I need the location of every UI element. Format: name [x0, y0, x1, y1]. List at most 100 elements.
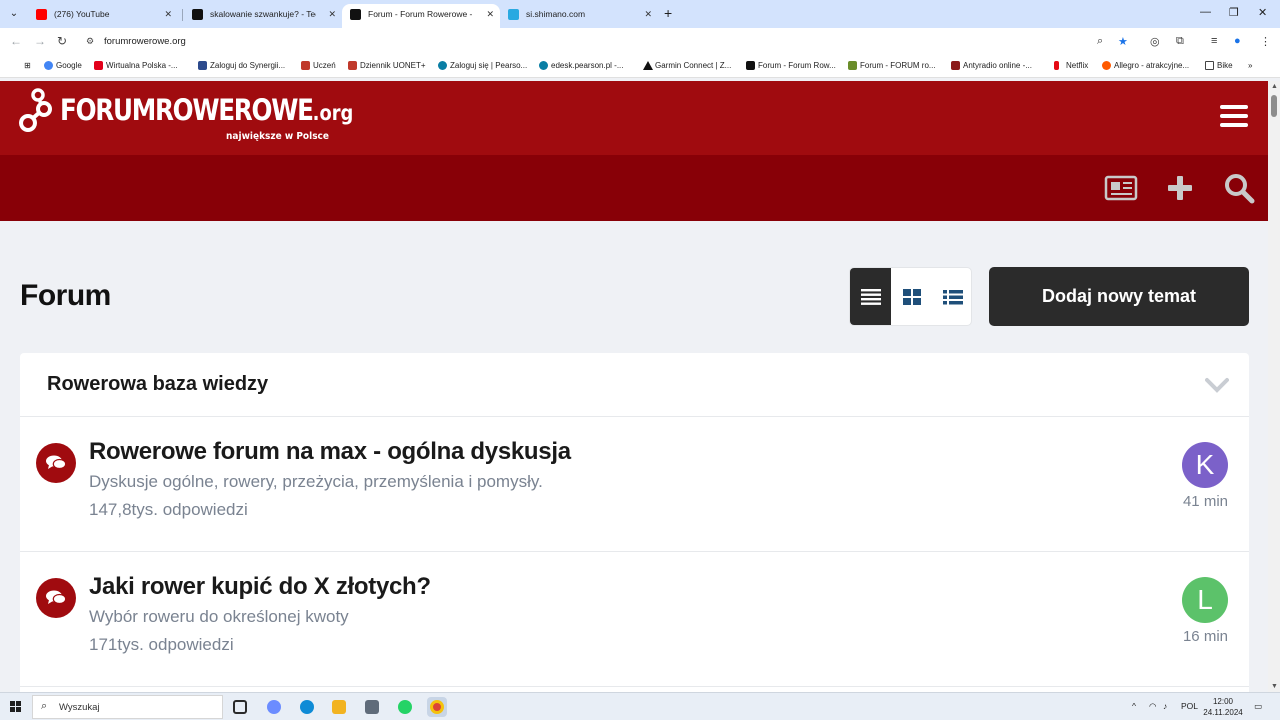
- browser-tab-strip: ⌄ (276) YouTube ✕ skalowanie szwankuje? …: [0, 0, 1280, 28]
- site-subheader: [0, 155, 1268, 221]
- input-language-indicator[interactable]: POL: [1181, 701, 1198, 711]
- forward-icon[interactable]: →: [34, 34, 46, 48]
- restore-icon[interactable]: ❐: [1229, 6, 1239, 19]
- bookmark-pearson[interactable]: Zaloguj się | Pearso...: [438, 61, 527, 70]
- bookmark-edesk[interactable]: edesk.pearson.pl -...: [539, 61, 623, 70]
- bookmark-allegro[interactable]: Allegro - atrakcyjne...: [1102, 61, 1189, 70]
- bookmark-label: Bike: [1217, 61, 1233, 70]
- extension-icon[interactable]: ◎: [1150, 35, 1160, 48]
- system-clock[interactable]: 12:00 24.11.2024: [1200, 696, 1246, 718]
- whatsapp-icon[interactable]: [395, 697, 415, 717]
- avatar[interactable]: K: [1182, 442, 1228, 488]
- bookmark-synergia[interactable]: Zaloguj do Synergii...: [198, 61, 285, 70]
- bike-chain-logo-icon[interactable]: [18, 87, 54, 137]
- bookmark-label: edesk.pearson.pl -...: [551, 61, 624, 70]
- scroll-thumb[interactable]: [1271, 95, 1277, 117]
- forum-description: Dyskusje ogólne, rowery, przeżycia, prze…: [89, 472, 543, 491]
- close-icon[interactable]: ✕: [486, 4, 494, 24]
- edge-icon[interactable]: [297, 697, 317, 717]
- forum-favicon-icon: [350, 9, 361, 20]
- bookmark-uczen[interactable]: Uczeń: [301, 61, 336, 70]
- plus-icon[interactable]: [1163, 171, 1197, 205]
- back-icon[interactable]: ←: [10, 34, 22, 48]
- news-icon[interactable]: [1104, 171, 1138, 205]
- avatar[interactable]: L: [1182, 577, 1228, 623]
- pearson-icon: [539, 61, 548, 70]
- network-icon[interactable]: ◠: [1149, 701, 1156, 712]
- tab-youtube[interactable]: (276) YouTube ✕: [28, 4, 178, 28]
- window-close-icon[interactable]: ✕: [1258, 6, 1267, 19]
- close-icon[interactable]: ✕: [644, 4, 652, 24]
- volume-icon[interactable]: ♪: [1163, 701, 1167, 711]
- site-logo-text[interactable]: FORUMROWEROWE.org: [60, 93, 353, 127]
- site-header: FORUMROWEROWE.org największe w Polsce: [0, 81, 1268, 155]
- taskbar-search-input[interactable]: ⌕ Wyszukaj: [32, 695, 223, 719]
- forum-icon: [848, 61, 857, 70]
- hamburger-menu-icon[interactable]: [1220, 105, 1248, 129]
- forum-row[interactable]: Jaki rower kupić do X złotych? Wybór row…: [20, 553, 1249, 687]
- forum-row-icon: [36, 443, 76, 483]
- bookmark-dziennik[interactable]: Dziennik UONET+: [348, 61, 426, 70]
- page-scrollbar[interactable]: ▲ ▼: [1268, 81, 1280, 692]
- more-bookmarks-icon[interactable]: »: [1248, 61, 1252, 70]
- close-icon[interactable]: ✕: [164, 4, 172, 24]
- category-header[interactable]: Rowerowa baza wiedzy: [20, 353, 1249, 417]
- windows-start-icon[interactable]: [10, 701, 22, 713]
- last-post-time[interactable]: 41 min: [1183, 493, 1228, 510]
- bookmark-folder-bike[interactable]: Bike: [1205, 61, 1233, 70]
- tab-label: (276) YouTube: [54, 9, 110, 19]
- list-view-button[interactable]: [850, 268, 891, 325]
- profile-icon[interactable]: ●: [1234, 35, 1241, 47]
- tab-forum-rowerowe[interactable]: Forum - Forum Rowerowe - Na ✕: [342, 4, 500, 28]
- minimize-icon[interactable]: —: [1200, 6, 1211, 18]
- search-icon: ⌕: [41, 700, 48, 712]
- site-settings-icon[interactable]: ⚙: [86, 36, 98, 46]
- google-icon: [44, 61, 53, 70]
- search-icon[interactable]: [1222, 171, 1256, 205]
- bookmark-label: Uczeń: [313, 61, 336, 70]
- bookmark-garmin[interactable]: Garmin Connect | Z...: [643, 61, 731, 70]
- bookmark-forum-ro[interactable]: Forum - FORUM ro...: [848, 61, 936, 70]
- file-explorer-icon[interactable]: [329, 697, 349, 717]
- media-control-icon[interactable]: ≡: [1211, 35, 1217, 47]
- tab-shimano[interactable]: si.shimano.com ✕: [500, 4, 658, 28]
- bookmark-wp[interactable]: Wirtualna Polska -...: [94, 61, 178, 70]
- forum-title-link[interactable]: Jaki rower kupić do X złotych?: [89, 573, 431, 601]
- chevron-down-icon[interactable]: [1205, 377, 1229, 393]
- task-view-icon[interactable]: [230, 697, 250, 717]
- bookmark-netflix[interactable]: Netflix: [1054, 61, 1088, 70]
- notifications-icon[interactable]: ▭: [1254, 701, 1262, 712]
- bookmarks-bar: ⊞ Google Wirtualna Polska -... Zaloguj d…: [0, 56, 1280, 78]
- show-hidden-icons-icon[interactable]: ^: [1132, 701, 1136, 711]
- new-tab-icon[interactable]: +: [664, 5, 672, 21]
- zoom-icon[interactable]: ⌕: [1097, 35, 1103, 48]
- address-bar[interactable]: forumrowerowe.org: [104, 36, 186, 47]
- last-post-time[interactable]: 16 min: [1183, 628, 1228, 645]
- uonet-icon: [348, 61, 357, 70]
- scroll-down-icon[interactable]: ▼: [1271, 683, 1278, 690]
- allegro-icon: [1102, 61, 1111, 70]
- detail-view-button[interactable]: [932, 268, 971, 325]
- tab-search-icon[interactable]: ⌄: [6, 6, 22, 22]
- scroll-up-icon[interactable]: ▲: [1271, 83, 1278, 90]
- tab-technic[interactable]: skalowanie szwankuje? - Technic ✕: [184, 4, 342, 28]
- forum-title-link[interactable]: Rowerowe forum na max - ogólna dyskusja: [89, 438, 571, 466]
- clock-date: 24.11.2024: [1203, 708, 1243, 717]
- calculator-icon[interactable]: [362, 697, 382, 717]
- copilot-icon[interactable]: [264, 697, 284, 717]
- bookmark-forum-rowerowe[interactable]: Forum - Forum Row...: [746, 61, 836, 70]
- add-new-topic-button[interactable]: Dodaj nowy temat: [989, 267, 1249, 326]
- chat-bubbles-icon: [46, 455, 66, 470]
- grid-view-button[interactable]: [891, 268, 932, 325]
- bookmark-star-icon[interactable]: ★: [1118, 35, 1128, 48]
- bookmark-google[interactable]: Google: [44, 61, 82, 70]
- chrome-icon[interactable]: [427, 697, 447, 717]
- forum-row[interactable]: Rowerowe forum na max - ogólna dyskusja …: [20, 418, 1249, 552]
- list-view-icon: [861, 289, 881, 305]
- apps-grid-icon[interactable]: ⊞: [12, 61, 31, 70]
- menu-kebab-icon[interactable]: ⋮: [1260, 35, 1271, 48]
- close-icon[interactable]: ✕: [328, 4, 336, 24]
- reload-icon[interactable]: ↻: [57, 34, 67, 48]
- extensions-puzzle-icon[interactable]: ⧉: [1176, 35, 1184, 48]
- bookmark-antyradio[interactable]: Antyradio online -...: [951, 61, 1032, 70]
